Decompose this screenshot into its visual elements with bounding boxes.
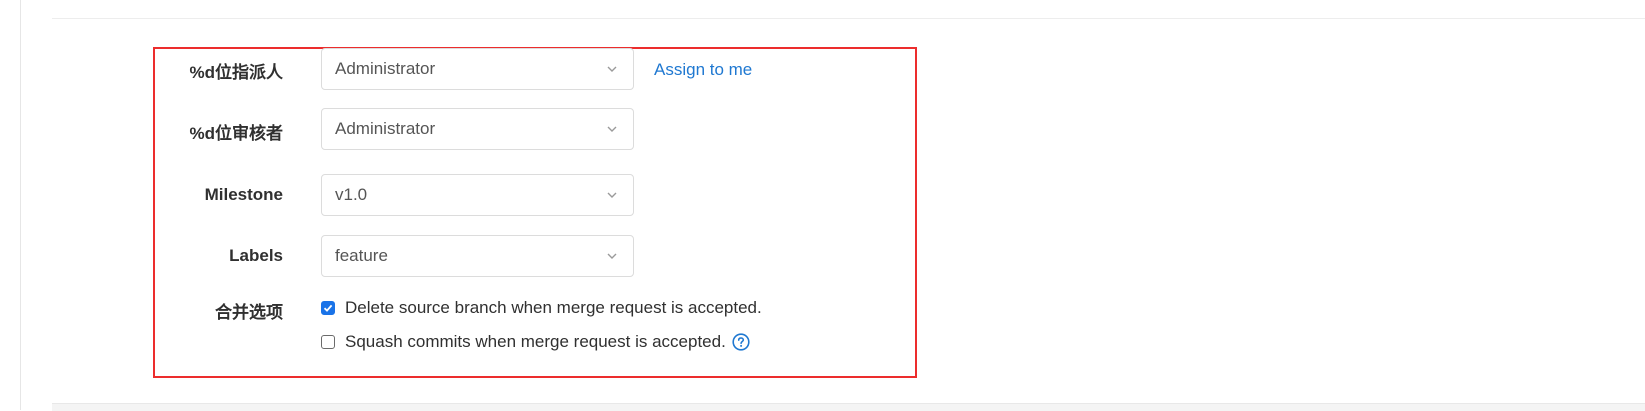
labels-dropdown-value: feature [335, 246, 388, 265]
assign-to-me-link[interactable]: Assign to me [654, 60, 752, 80]
chevron-down-icon [607, 126, 617, 132]
page-left-border [20, 0, 21, 410]
assignees-dropdown[interactable]: Administrator [321, 48, 634, 90]
squash-commits-option[interactable]: Squash commits when merge request is acc… [321, 332, 750, 352]
squash-commits-checkbox[interactable] [321, 335, 335, 349]
delete-source-branch-checkbox[interactable] [321, 301, 335, 315]
chevron-down-icon [607, 253, 617, 259]
milestone-label: Milestone [204, 185, 283, 204]
reviewers-dropdown[interactable]: Administrator [321, 108, 634, 150]
milestone-dropdown-value: v1.0 [335, 185, 368, 204]
delete-source-branch-option[interactable]: Delete source branch when merge request … [321, 298, 762, 318]
squash-commits-text: Squash commits when merge request is acc… [345, 332, 726, 351]
delete-source-branch-text: Delete source branch when merge request … [345, 298, 762, 317]
milestone-dropdown[interactable]: v1.0 [321, 174, 634, 216]
chevron-down-icon [607, 66, 617, 72]
reviewers-dropdown-value: Administrator [335, 119, 436, 138]
checkmark-icon [323, 304, 333, 312]
labels-dropdown[interactable]: feature [321, 235, 634, 277]
labels-label: Labels [229, 246, 283, 265]
section-top-divider [52, 18, 1645, 19]
assignees-label: %d位指派人 [189, 63, 284, 82]
assignees-dropdown-value: Administrator [335, 59, 436, 78]
question-circle-icon[interactable] [732, 333, 750, 351]
reviewers-label: %d位审核者 [189, 124, 284, 143]
chevron-down-icon [607, 192, 617, 198]
merge-options-label: 合并选项 [215, 303, 283, 322]
